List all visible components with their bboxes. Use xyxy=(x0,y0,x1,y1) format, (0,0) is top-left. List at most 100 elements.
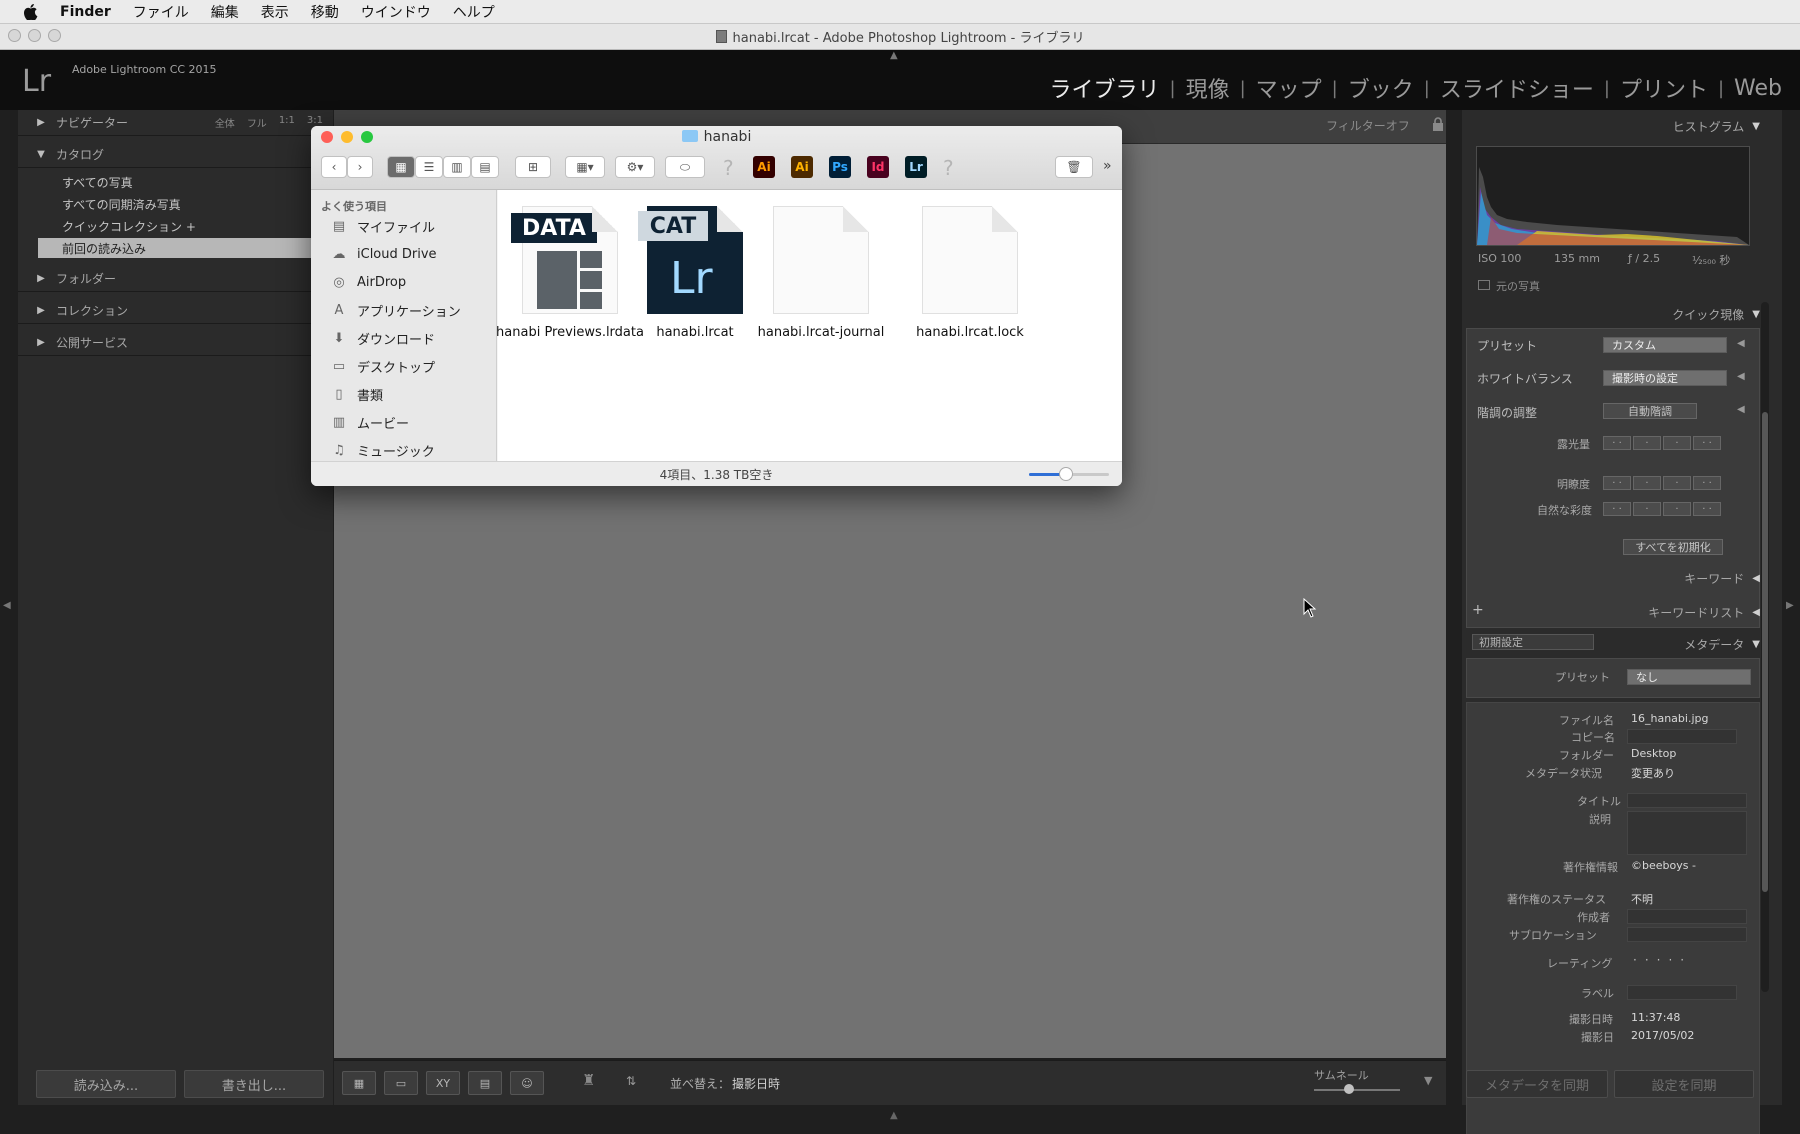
metadata-set-select[interactable]: 初期設定 xyxy=(1472,634,1594,650)
quick-develop-header[interactable]: クイック現像 ▼ xyxy=(1672,306,1760,323)
vibrance-minus-large-button[interactable]: · · xyxy=(1603,502,1631,516)
help-icon[interactable]: ? xyxy=(943,156,954,180)
file-name-lock[interactable]: hanabi.lrcat.lock xyxy=(895,325,1045,340)
menu-window[interactable]: ウインドウ xyxy=(361,2,431,22)
sort-select[interactable]: 撮影日時 xyxy=(732,1075,780,1092)
catalog-item-all-synced[interactable]: すべての同期済み写真 xyxy=(38,194,325,214)
menu-edit[interactable]: 編集 xyxy=(211,2,239,22)
thumbnail-slider-thumb[interactable] xyxy=(1344,1084,1354,1094)
sidebar-item-all-my-files[interactable]: ▤ マイファイル xyxy=(329,216,435,236)
menu-help[interactable]: ヘルプ xyxy=(453,2,495,22)
folder-value[interactable]: Desktop xyxy=(1631,747,1676,760)
label-field[interactable] xyxy=(1627,985,1737,1000)
clarity-plus-button[interactable]: · xyxy=(1663,476,1691,490)
export-button[interactable]: 書き出し... xyxy=(184,1070,324,1098)
clarity-minus-large-button[interactable]: · · xyxy=(1603,476,1631,490)
title-field[interactable] xyxy=(1627,793,1747,808)
painter-icon[interactable]: ♜ xyxy=(582,1071,598,1095)
metadata-preset-select[interactable]: なし xyxy=(1627,669,1751,685)
exposure-plus-large-button[interactable]: · · xyxy=(1693,436,1721,450)
sidebar-item-music[interactable]: ♫ ミュージック xyxy=(329,440,435,460)
menu-app-finder[interactable]: Finder xyxy=(60,4,111,20)
top-panel-toggle-icon[interactable]: ▲ xyxy=(890,50,902,61)
thumbnail-size-slider[interactable] xyxy=(1314,1089,1400,1091)
file-item-lrcat[interactable]: CAT Lr xyxy=(635,206,755,318)
lr-zoom-button[interactable] xyxy=(48,29,61,42)
caption-field[interactable] xyxy=(1627,811,1747,855)
sidebar-item-downloads[interactable]: ⬇ ダウンロード xyxy=(329,328,435,348)
arrange-button[interactable]: ▦▾ xyxy=(565,156,605,178)
sync-metadata-button[interactable]: メタデータを同期 xyxy=(1466,1070,1608,1098)
menu-view[interactable]: 表示 xyxy=(261,2,289,22)
keywords-header[interactable]: キーワード ◀ xyxy=(1684,570,1760,587)
qd-wb-toggle-icon[interactable]: ◀ xyxy=(1737,371,1745,382)
creator-field[interactable] xyxy=(1627,909,1747,924)
left-panel-toggle-icon[interactable]: ◀ xyxy=(3,600,11,611)
cover-flow-button[interactable]: ▤ xyxy=(471,156,499,178)
illustrator-icon[interactable]: Ai xyxy=(753,156,775,178)
add-keyword-icon[interactable]: + xyxy=(1472,602,1484,618)
file-item-journal[interactable] xyxy=(761,206,881,318)
clarity-plus-large-button[interactable]: · · xyxy=(1693,476,1721,490)
file-item-lrdata[interactable]: DATA xyxy=(510,206,630,318)
bottom-panel-toggle-icon[interactable]: ▲ xyxy=(890,1110,898,1121)
tags-button[interactable]: ⬭ xyxy=(665,156,705,178)
finder-file-area[interactable]: DATA hanabi Previews.lrdata CAT Lr hanab… xyxy=(496,190,1122,461)
catalog-item-all-photos[interactable]: すべての写真 xyxy=(38,172,325,192)
original-photo-checkbox[interactable] xyxy=(1478,280,1490,290)
sync-settings-button[interactable]: 設定を同期 xyxy=(1614,1070,1754,1098)
loupe-view-icon[interactable]: ▭ xyxy=(384,1071,418,1095)
sidebar-item-movies[interactable]: ▥ ムービー xyxy=(329,412,409,432)
catalog-item-quick-collection[interactable]: クイックコレクション + xyxy=(38,216,325,236)
auto-tone-button[interactable]: 自動階調 xyxy=(1603,403,1697,419)
copyright-status-select[interactable]: 不明 xyxy=(1631,891,1653,907)
grid-view-icon[interactable]: ▦ xyxy=(342,1071,376,1095)
sidebar-item-applications[interactable]: A アプリケーション xyxy=(329,300,461,320)
zoom-fill[interactable]: フル xyxy=(247,115,267,130)
right-panel-scroll-thumb[interactable] xyxy=(1762,412,1768,892)
rating-dots[interactable]: ····· xyxy=(1633,953,1692,967)
module-book[interactable]: ブック xyxy=(1348,72,1414,104)
filter-off-label[interactable]: フィルターオフ xyxy=(1326,117,1410,134)
zoom-1-1[interactable]: 1:1 xyxy=(279,115,295,130)
file-name-journal[interactable]: hanabi.lrcat-journal xyxy=(746,325,896,340)
module-library[interactable]: ライブラリ xyxy=(1049,72,1159,104)
icon-size-slider-thumb[interactable] xyxy=(1059,467,1073,481)
qd-preset-toggle-icon[interactable]: ◀ xyxy=(1737,338,1745,349)
sublocation-field[interactable] xyxy=(1627,927,1747,942)
reset-all-button[interactable]: すべてを初期化 xyxy=(1623,539,1723,555)
action-gear-icon[interactable]: ⚙▾ xyxy=(615,156,655,178)
collections-header[interactable]: ▶ コレクション xyxy=(18,298,333,324)
trash-icon[interactable]: 🗑 xyxy=(1055,156,1093,178)
navigator-header[interactable]: ▶ ナビゲーター 全体 フル 1:1 3:1 xyxy=(18,110,333,136)
back-button[interactable]: ‹ xyxy=(321,156,347,178)
qd-preset-select[interactable]: カスタム xyxy=(1603,337,1727,353)
filename-value[interactable]: 16_hanabi.jpg xyxy=(1631,712,1708,725)
right-panel-toggle-icon[interactable]: ▶ xyxy=(1786,600,1794,611)
catalog-header[interactable]: ▼ カタログ xyxy=(18,142,333,168)
illustrator-alt-icon[interactable]: Ai xyxy=(791,156,813,178)
zoom-fit[interactable]: 全体 xyxy=(215,115,235,130)
qd-white-balance-select[interactable]: 撮影時の設定 xyxy=(1603,370,1727,386)
copyright-value[interactable]: ©beeboys - xyxy=(1631,859,1696,872)
people-view-icon[interactable]: ☺ xyxy=(510,1071,544,1095)
capture-time-value[interactable]: 11:37:48 xyxy=(1631,1011,1680,1024)
list-view-button[interactable]: ☰ xyxy=(415,156,443,178)
survey-view-icon[interactable]: ▤ xyxy=(468,1071,502,1095)
exposure-minus-button[interactable]: · xyxy=(1633,436,1661,450)
module-web[interactable]: Web xyxy=(1734,76,1782,101)
right-panel-scrollbar[interactable] xyxy=(1761,302,1769,992)
copy-name-field[interactable] xyxy=(1627,729,1737,744)
menu-go[interactable]: 移動 xyxy=(311,2,339,22)
sidebar-item-desktop[interactable]: ▭ デスクトップ xyxy=(329,356,435,376)
module-slideshow[interactable]: スライドショー xyxy=(1440,72,1594,104)
module-print[interactable]: プリント xyxy=(1620,72,1708,104)
sidebar-item-documents[interactable]: ▯ 書類 xyxy=(329,384,383,404)
lock-icon[interactable] xyxy=(1432,117,1446,133)
module-develop[interactable]: 現像 xyxy=(1186,72,1230,104)
new-folder-icon[interactable]: ⊞ xyxy=(515,156,551,178)
menu-file[interactable]: ファイル xyxy=(133,2,189,22)
icon-size-slider[interactable] xyxy=(1029,467,1109,481)
catalog-item-previous-import[interactable]: 前回の読み込み xyxy=(38,238,325,258)
vibrance-plus-button[interactable]: · xyxy=(1663,502,1691,516)
